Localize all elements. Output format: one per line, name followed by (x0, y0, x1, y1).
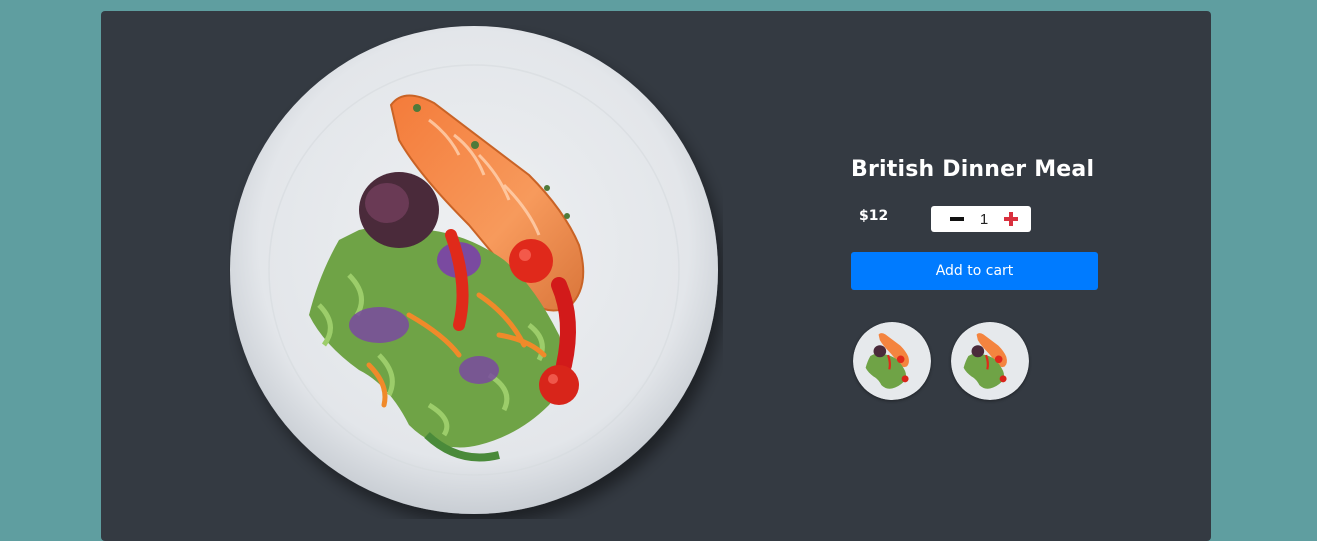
product-info: British Dinner Meal $12 1 Add to cart (851, 157, 1111, 400)
add-to-cart-button[interactable]: Add to cart (851, 252, 1098, 290)
product-title: British Dinner Meal (851, 157, 1095, 182)
plate-illustration (230, 26, 718, 514)
thumbnail-list (851, 322, 1111, 400)
price-quantity-row: $12 1 (851, 206, 1111, 236)
quantity-stepper: 1 (931, 206, 1031, 232)
product-card: British Dinner Meal $12 1 Add to cart (101, 11, 1211, 541)
quantity-value: 1 (979, 210, 989, 228)
minus-icon[interactable] (949, 211, 965, 227)
product-image (229, 25, 723, 519)
thumbnail-1[interactable] (853, 322, 931, 400)
thumbnail-2[interactable] (951, 322, 1029, 400)
plus-icon[interactable] (1003, 211, 1019, 227)
product-price: $12 (859, 208, 889, 224)
